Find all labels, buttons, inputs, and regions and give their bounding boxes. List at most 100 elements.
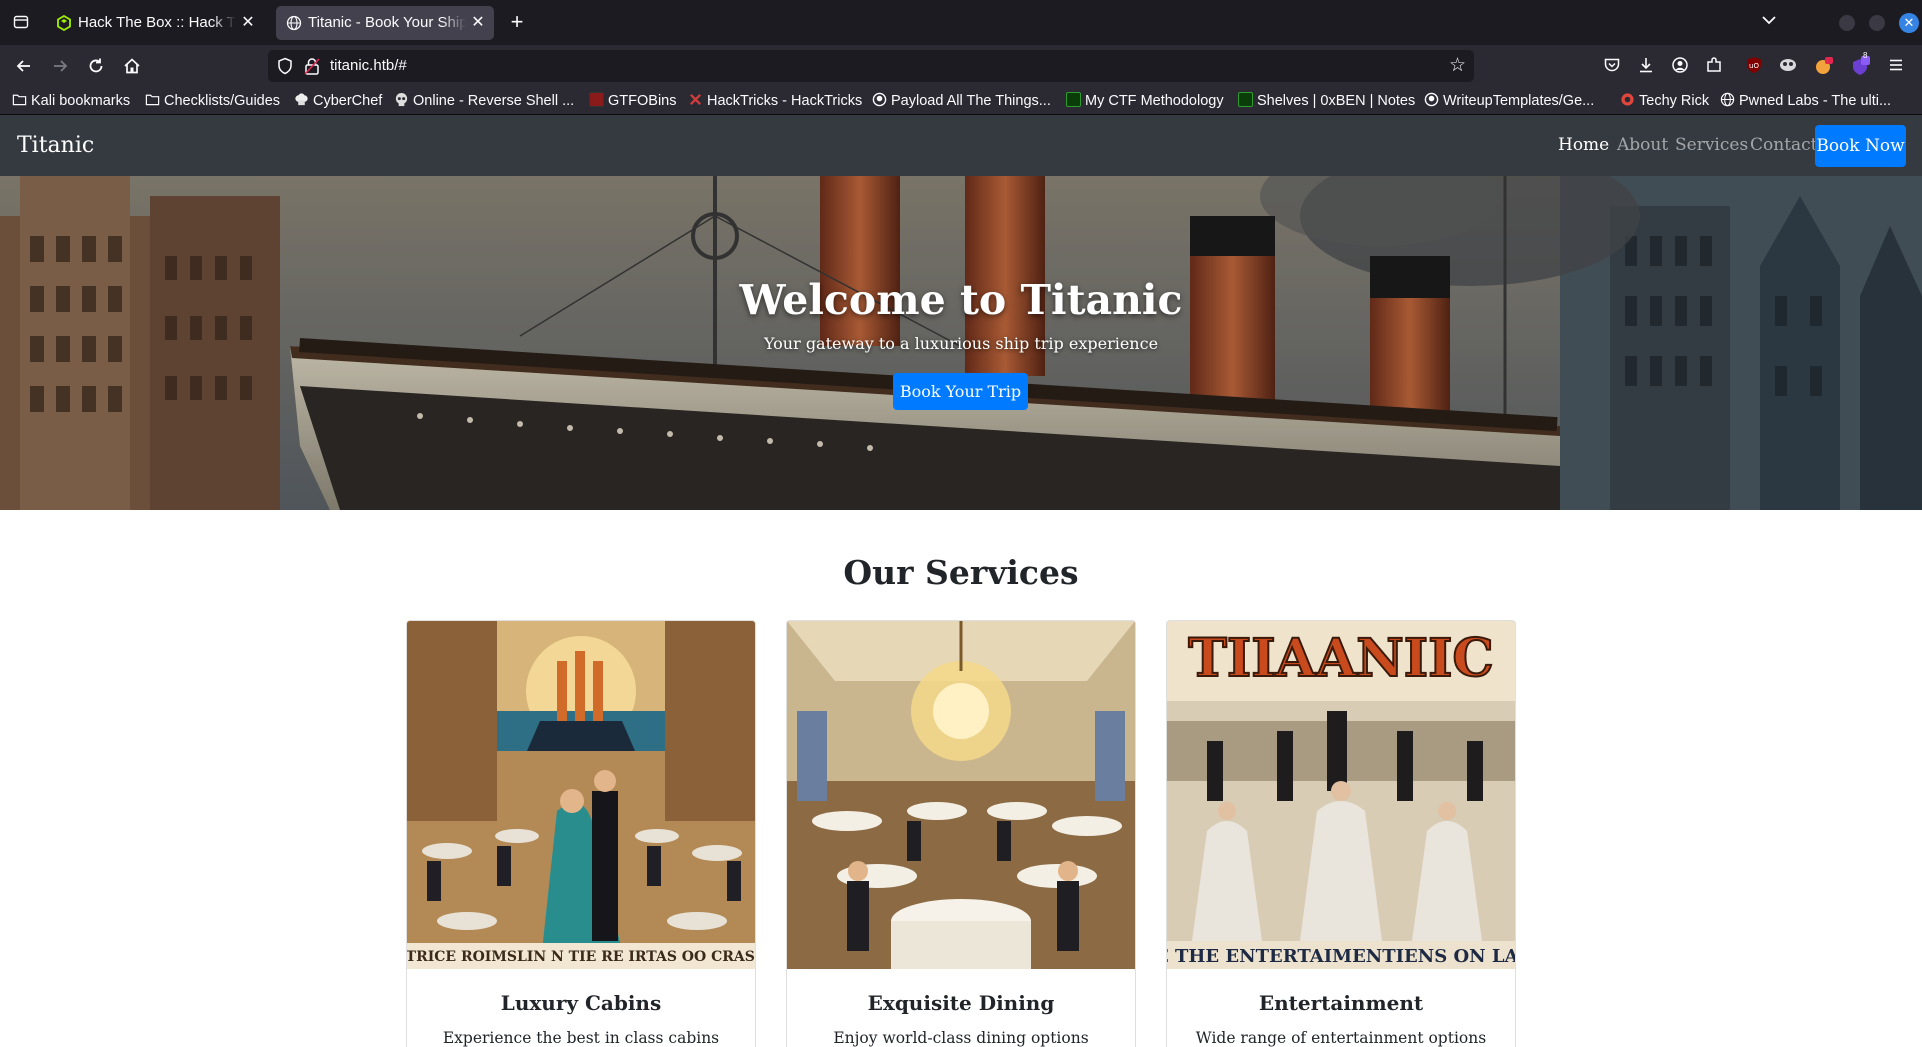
hacktricks-icon bbox=[690, 94, 701, 105]
card-title: Entertainment bbox=[1258, 991, 1424, 1015]
tab-hackthebox[interactable]: Hack The Box :: Hack The Box ✕ bbox=[46, 6, 264, 40]
card-text: Enjoy world-class dining options curated bbox=[833, 1029, 1089, 1047]
bookmark-label: HackTricks - HackTricks bbox=[707, 93, 863, 109]
foxyproxy-extension-icon[interactable] bbox=[1814, 56, 1834, 76]
bookmark-label: WriteupTemplates/Ge... bbox=[1443, 93, 1595, 109]
bookmark-techy-rick[interactable]: Techy Rick bbox=[1620, 87, 1709, 115]
bookmark-pwned-labs[interactable]: Pwned Labs - The ulti... bbox=[1720, 87, 1891, 115]
insecure-lock-icon[interactable] bbox=[304, 57, 320, 75]
site-brand[interactable]: Titanic bbox=[17, 115, 94, 176]
bookmark-shelves[interactable]: Shelves | 0xBEN | Notes bbox=[1238, 87, 1415, 115]
folder-icon bbox=[12, 94, 27, 106]
tab-title: Hack The Box :: Hack The Box bbox=[78, 6, 236, 40]
downloads-icon[interactable] bbox=[1636, 56, 1656, 76]
entertainment-image: TIIAANIIC E THE ENTERTAIMENTIENS ON LAI bbox=[1167, 621, 1515, 969]
svg-text:uO: uO bbox=[1749, 62, 1759, 70]
card-text: Wide range of entertainment options for bbox=[1195, 1029, 1487, 1047]
bookmark-payloadsallthethings[interactable]: Payload All The Things... bbox=[872, 87, 1051, 115]
hackthebox-favicon-icon bbox=[57, 15, 71, 31]
bookmark-label: Techy Rick bbox=[1639, 93, 1710, 109]
close-window-icon[interactable]: ✕ bbox=[1899, 13, 1919, 33]
luxury-cabins-image-caption: TTRICE ROIMSLIN N TIE RE IRTAS OO CRAS I bbox=[407, 949, 755, 965]
extension-badge-icon[interactable]: 8 bbox=[1850, 51, 1870, 76]
card-text: Experience the best in class cabins with… bbox=[442, 1029, 720, 1047]
services-heading: Our Services bbox=[843, 553, 1079, 592]
luxury-cabins-image: TTRICE ROIMSLIN N TIE RE IRTAS OO CRAS I bbox=[407, 621, 755, 969]
book-now-button[interactable]: Book Now bbox=[1815, 125, 1906, 167]
exquisite-dining-image bbox=[787, 621, 1135, 969]
chef-hat-icon bbox=[295, 93, 308, 106]
bookstack-icon bbox=[1238, 92, 1253, 107]
bookmark-label: Shelves | 0xBEN | Notes bbox=[1257, 93, 1416, 109]
globe-favicon-icon bbox=[286, 15, 302, 31]
bookmark-label: Kali bookmarks bbox=[31, 93, 131, 109]
close-tab-icon[interactable]: ✕ bbox=[240, 6, 256, 40]
service-card-luxury-cabins: TTRICE ROIMSLIN N TIE RE IRTAS OO CRAS I… bbox=[406, 620, 756, 1047]
minimize-window-icon[interactable] bbox=[1839, 15, 1855, 31]
github-icon bbox=[872, 92, 887, 107]
new-tab-icon[interactable]: + bbox=[505, 10, 529, 34]
maximize-window-icon[interactable] bbox=[1869, 15, 1885, 31]
account-icon[interactable] bbox=[1670, 56, 1690, 76]
nav-services-link[interactable]: Services bbox=[1675, 115, 1748, 176]
book-your-trip-button[interactable]: Book Your Trip bbox=[893, 373, 1028, 410]
home-icon[interactable] bbox=[120, 54, 144, 78]
bookmark-reverse-shell[interactable]: Online - Reverse Shell ... bbox=[394, 87, 574, 115]
bookstack-icon bbox=[1066, 92, 1081, 107]
bookmark-cyberchef[interactable]: CyberChef bbox=[294, 87, 382, 115]
browser-tab-strip: Hack The Box :: Hack The Box ✕ Titanic -… bbox=[0, 0, 1922, 45]
tab-title: Titanic - Book Your Ship Trip bbox=[308, 6, 466, 40]
card-title: Luxury Cabins bbox=[500, 991, 662, 1015]
bookmark-folder-checklists[interactable]: Checklists/Guides bbox=[145, 87, 280, 115]
techy-rick-icon bbox=[1621, 93, 1634, 106]
nav-contact-link[interactable]: Contact bbox=[1750, 115, 1818, 176]
nav-home-link[interactable]: Home bbox=[1558, 115, 1609, 176]
folder-icon bbox=[145, 94, 160, 106]
tab-overview-icon[interactable] bbox=[10, 11, 32, 33]
entertainment-image-caption: E THE ENTERTAIMENTIENS ON LAI bbox=[1167, 946, 1515, 967]
service-card-exquisite-dining: Exquisite Dining Enjoy world-class dinin… bbox=[786, 620, 1136, 1047]
pocket-icon[interactable] bbox=[1602, 56, 1622, 76]
forward-arrow-icon[interactable] bbox=[48, 54, 72, 78]
globe-icon bbox=[1720, 92, 1735, 107]
close-tab-icon[interactable]: ✕ bbox=[470, 6, 486, 40]
nav-about-link[interactable]: About bbox=[1617, 115, 1668, 176]
bookmark-label: Pwned Labs - The ulti... bbox=[1739, 93, 1892, 109]
reload-icon[interactable] bbox=[84, 54, 108, 78]
bookmark-star-icon[interactable]: ☆ bbox=[1449, 54, 1466, 78]
bookmark-label: Online - Reverse Shell ... bbox=[413, 93, 575, 109]
hamburger-menu-icon[interactable] bbox=[1886, 56, 1906, 76]
ublock-origin-icon[interactable]: uO bbox=[1744, 56, 1764, 76]
browser-toolbar: titanic.htb/# ☆ uO 8 bbox=[0, 45, 1922, 87]
bookmark-ctf-methodology[interactable]: My CTF Methodology bbox=[1066, 87, 1224, 115]
url-text[interactable]: titanic.htb/# bbox=[330, 50, 407, 82]
wappalyzer-extension-icon[interactable] bbox=[1778, 56, 1798, 76]
tracking-protection-shield-icon[interactable] bbox=[276, 57, 294, 75]
service-card-entertainment: TIIAANIIC E THE ENTERTAIMENTIENS ON LAI … bbox=[1166, 620, 1516, 1047]
hero-subtitle: Your gateway to a luxurious ship trip ex… bbox=[763, 334, 1159, 353]
entertainment-image-heading: TIIAANIIC bbox=[1188, 628, 1494, 689]
extension-badge-count: 8 bbox=[1863, 51, 1868, 60]
card-title: Exquisite Dining bbox=[867, 991, 1055, 1015]
gtfobins-icon bbox=[589, 92, 604, 107]
bookmark-label: GTFOBins bbox=[608, 93, 677, 109]
bookmark-hacktricks[interactable]: HackTricks - HackTricks bbox=[688, 87, 862, 115]
address-bar[interactable]: titanic.htb/# ☆ bbox=[268, 50, 1474, 82]
skull-icon bbox=[395, 92, 408, 107]
bookmark-gtfobins[interactable]: GTFOBins bbox=[589, 87, 676, 115]
hero-title: Welcome to Titanic bbox=[739, 276, 1183, 324]
bookmarks-toolbar: Kali bookmarks Checklists/Guides CyberCh… bbox=[0, 87, 1922, 115]
extensions-puzzle-icon[interactable] bbox=[1704, 56, 1724, 76]
bookmark-writeuptemplates[interactable]: WriteupTemplates/Ge... bbox=[1424, 87, 1594, 115]
bookmark-label: Payload All The Things... bbox=[891, 93, 1051, 109]
back-arrow-icon[interactable] bbox=[12, 54, 36, 78]
bookmark-label: Checklists/Guides bbox=[164, 93, 281, 109]
site-navbar: Titanic Home About Services Contact Book… bbox=[0, 115, 1922, 176]
bookmark-label: CyberChef bbox=[313, 93, 383, 109]
hero-section: Welcome to Titanic Your gateway to a lux… bbox=[0, 176, 1922, 510]
bookmark-label: My CTF Methodology bbox=[1085, 93, 1224, 109]
tab-titanic[interactable]: Titanic - Book Your Ship Trip ✕ bbox=[276, 6, 494, 40]
chevron-down-icon[interactable] bbox=[1762, 12, 1776, 28]
github-icon bbox=[1424, 92, 1439, 107]
bookmark-folder-kali[interactable]: Kali bookmarks bbox=[12, 87, 130, 115]
